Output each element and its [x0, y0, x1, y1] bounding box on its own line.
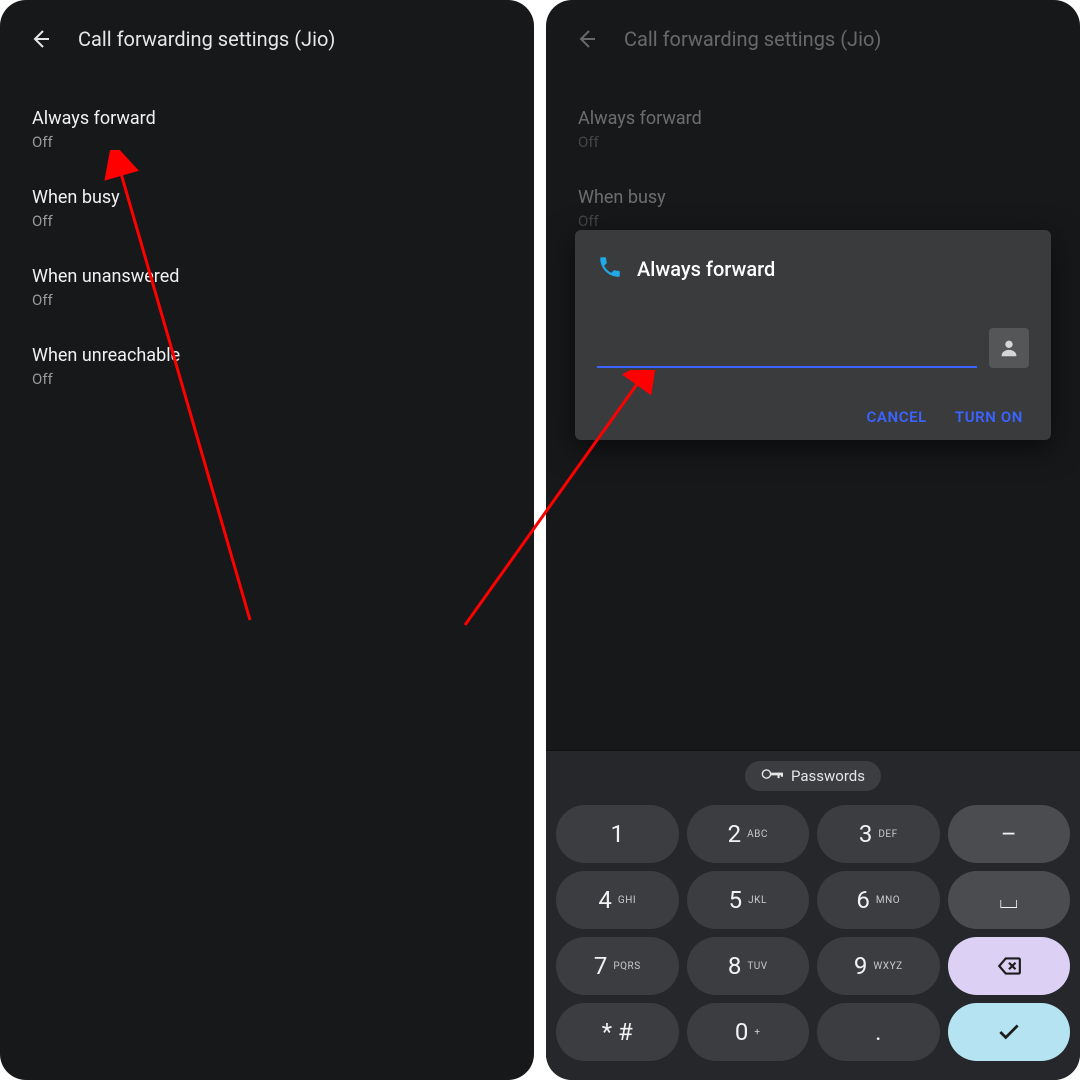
pick-contact-button[interactable] — [989, 328, 1029, 368]
setting-subtitle: Off — [32, 133, 502, 151]
setting-subtitle: Off — [32, 291, 502, 309]
left-screenshot: Call forwarding settings (Jio) Always fo… — [0, 0, 534, 1080]
back-icon[interactable] — [22, 21, 58, 57]
keypad-key[interactable]: 7PQRS — [556, 937, 679, 995]
setting-when-busy[interactable]: When busy Off — [22, 169, 512, 248]
app-header: Call forwarding settings (Jio) — [0, 0, 534, 78]
keypad-key[interactable]: 6MNO — [817, 871, 940, 929]
setting-always-forward[interactable]: Always forward Off — [22, 90, 512, 169]
passwords-label: Passwords — [791, 767, 865, 785]
right-screenshot: Call forwarding settings (Jio) Always fo… — [546, 0, 1080, 1080]
always-forward-dialog: Always forward CANCEL TURN ON — [575, 230, 1051, 440]
setting-subtitle: Off — [578, 133, 1048, 151]
setting-title: When busy — [32, 187, 502, 208]
setting-title: Always forward — [578, 108, 1048, 129]
keypad-key[interactable]: 4GHI — [556, 871, 679, 929]
keypad-key[interactable]: . — [817, 1003, 940, 1061]
setting-subtitle: Off — [32, 212, 502, 230]
keypad-key[interactable]: – — [948, 805, 1071, 863]
dialog-title: Always forward — [637, 257, 775, 281]
turn-on-button[interactable]: TURN ON — [955, 408, 1023, 426]
setting-subtitle: Off — [32, 370, 502, 388]
setting-title: Always forward — [32, 108, 502, 129]
setting-title: When busy — [578, 187, 1048, 208]
enter-key[interactable] — [948, 1003, 1071, 1061]
passwords-chip[interactable]: Passwords — [745, 761, 881, 791]
forward-number-input[interactable] — [597, 334, 977, 368]
numeric-keyboard: Passwords 12ABC3DEF– 4GHI5JKL6MNO⌴ 7PQRS8T… — [546, 750, 1080, 1080]
backspace-key[interactable] — [948, 937, 1071, 995]
setting-title: When unreachable — [32, 345, 502, 366]
keypad-key[interactable]: 9WXYZ — [817, 937, 940, 995]
keypad-key[interactable]: 0+ — [687, 1003, 810, 1061]
keypad-key[interactable]: * # — [556, 1003, 679, 1061]
setting-subtitle: Off — [578, 212, 1048, 230]
page-title: Call forwarding settings (Jio) — [78, 27, 335, 51]
setting-always-forward[interactable]: Always forward Off — [568, 90, 1058, 169]
keypad-key[interactable]: 2ABC — [687, 805, 810, 863]
page-title: Call forwarding settings (Jio) — [624, 27, 881, 51]
key-icon — [761, 767, 783, 785]
settings-list: Always forward Off When busy Off When un… — [0, 78, 534, 418]
keypad-key[interactable]: 1 — [556, 805, 679, 863]
setting-title: When unanswered — [32, 266, 502, 287]
app-header: Call forwarding settings (Jio) — [546, 0, 1080, 78]
keypad-key[interactable]: ⌴ — [948, 871, 1071, 929]
keypad-key[interactable]: 5JKL — [687, 871, 810, 929]
keypad-key[interactable]: 8TUV — [687, 937, 810, 995]
cancel-button[interactable]: CANCEL — [866, 408, 926, 426]
phone-icon — [597, 254, 623, 284]
keypad-key[interactable]: 3DEF — [817, 805, 940, 863]
back-icon[interactable] — [568, 21, 604, 57]
setting-when-unreachable[interactable]: When unreachable Off — [22, 327, 512, 406]
setting-when-unanswered[interactable]: When unanswered Off — [22, 248, 512, 327]
